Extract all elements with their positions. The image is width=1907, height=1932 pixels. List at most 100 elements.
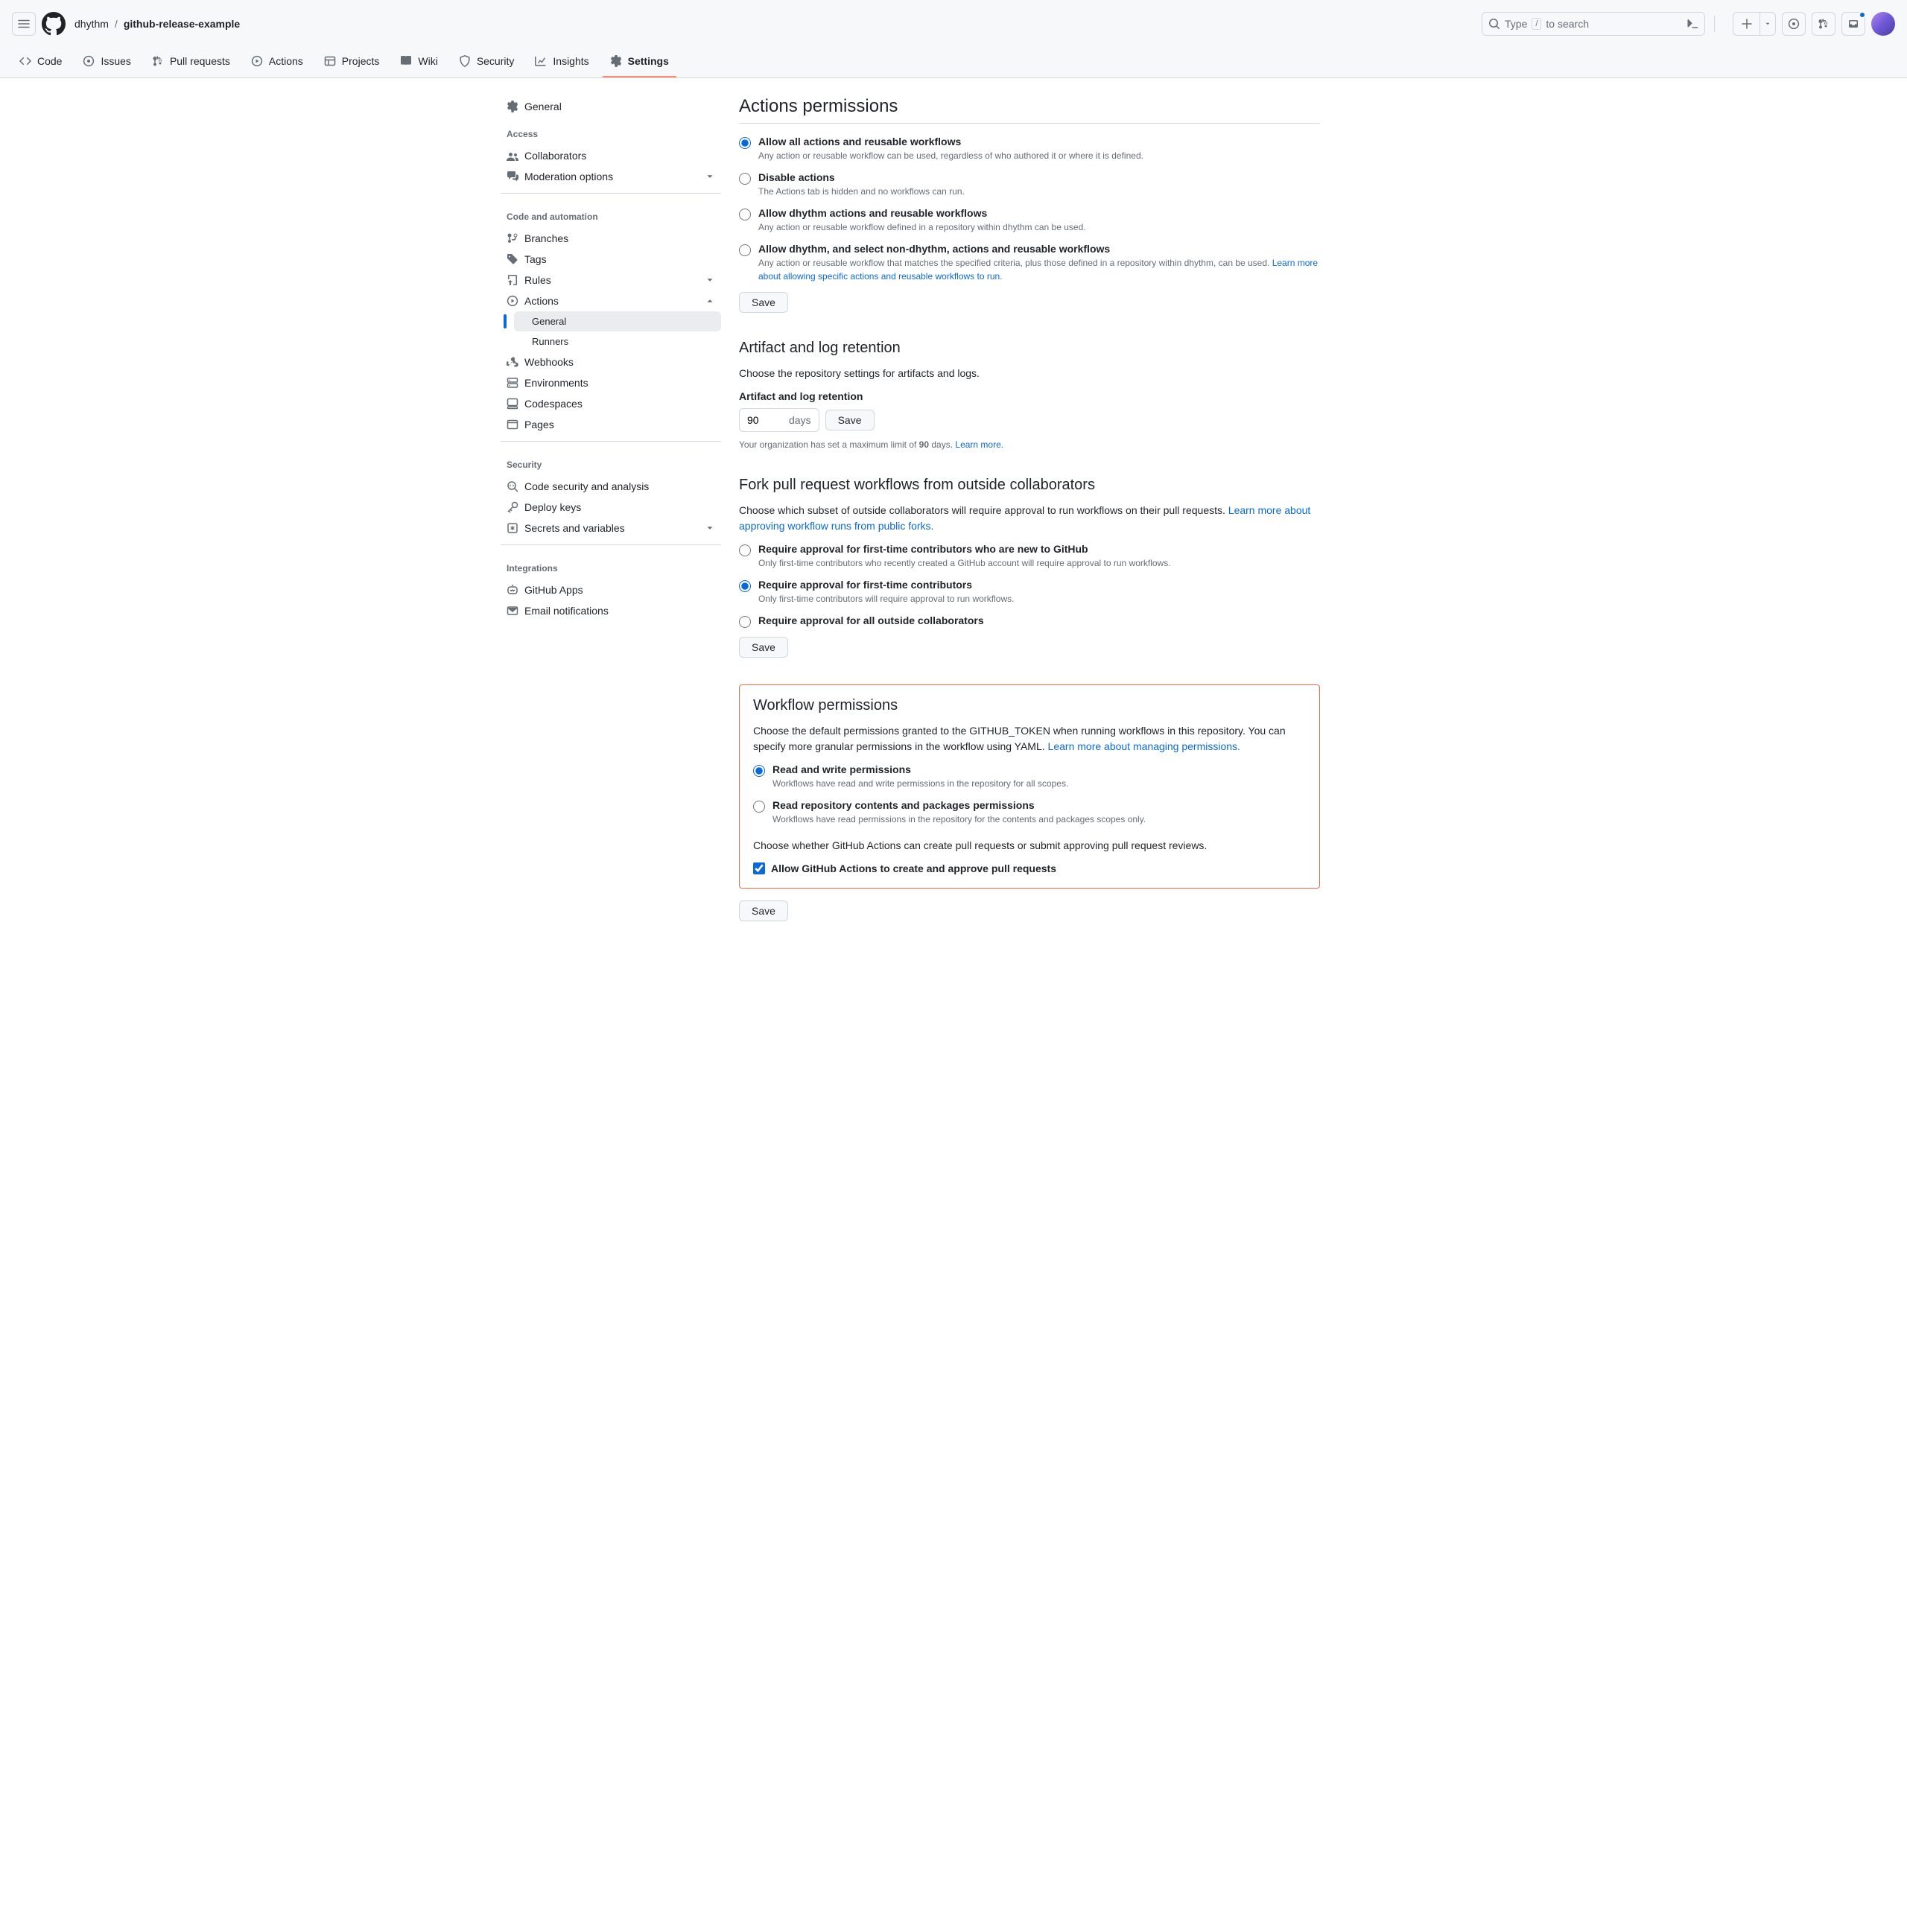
radio-allow-all[interactable] <box>739 137 751 149</box>
play-icon <box>251 55 263 67</box>
sidebar-general[interactable]: General <box>501 96 721 117</box>
sidebar-codespaces[interactable]: Codespaces <box>501 393 721 414</box>
retention-learn-more-link[interactable]: Learn more. <box>955 439 1003 450</box>
people-icon <box>507 150 518 162</box>
gear-icon <box>507 101 518 112</box>
radio-fork-new-github-label: Require approval for first-time contribu… <box>758 543 1171 555</box>
search-input[interactable]: Type / to search <box>1482 12 1705 36</box>
workflow-desc: Choose the default permissions granted t… <box>753 723 1306 754</box>
retention-title: Artifact and log retention <box>739 340 1320 357</box>
chevron-down-icon <box>705 275 715 285</box>
sidebar-group-access: Access <box>501 117 721 145</box>
codescan-icon <box>507 480 518 492</box>
sidebar-actions-runners[interactable]: Runners <box>514 331 721 352</box>
radio-fork-new-github-desc: Only first-time contributors who recentl… <box>758 556 1171 570</box>
radio-read-only-desc: Workflows have read permissions in the r… <box>772 813 1146 826</box>
nav-security[interactable]: Security <box>451 48 522 77</box>
browser-icon <box>507 419 518 430</box>
sidebar-webhooks[interactable]: Webhooks <box>501 352 721 372</box>
workflow-choose-desc: Choose whether GitHub Actions can create… <box>753 838 1306 854</box>
sidebar-environments[interactable]: Environments <box>501 372 721 393</box>
table-icon <box>324 55 336 67</box>
create-new-dropdown[interactable] <box>1760 12 1776 36</box>
radio-allow-all-label: Allow all actions and reusable workflows <box>758 136 1143 147</box>
radio-read-write[interactable] <box>753 765 765 777</box>
git-pull-request-icon <box>152 55 164 67</box>
nav-actions[interactable]: Actions <box>244 48 311 77</box>
issues-shortcut-button[interactable] <box>1782 12 1806 36</box>
key-icon <box>507 501 518 513</box>
book-icon <box>400 55 412 67</box>
plus-icon <box>1741 18 1753 30</box>
webhook-icon <box>507 356 518 368</box>
nav-wiki[interactable]: Wiki <box>393 48 445 77</box>
radio-allow-select[interactable] <box>739 244 751 256</box>
pull-requests-shortcut-button[interactable] <box>1812 12 1835 36</box>
nav-code[interactable]: Code <box>12 48 69 77</box>
chevron-up-icon <box>705 296 715 306</box>
nav-pull-requests[interactable]: Pull requests <box>145 48 238 77</box>
radio-read-write-desc: Workflows have read and write permission… <box>772 777 1068 790</box>
sidebar-code-security[interactable]: Code security and analysis <box>501 476 721 497</box>
nav-projects[interactable]: Projects <box>317 48 387 77</box>
graph-icon <box>535 55 547 67</box>
app-header: dhythm / github-release-example Type / t… <box>0 0 1907 48</box>
radio-allow-owner[interactable] <box>739 209 751 220</box>
fork-save-button[interactable]: Save <box>739 637 788 658</box>
sidebar-actions[interactable]: Actions <box>501 290 721 311</box>
retention-save-button[interactable]: Save <box>825 410 875 430</box>
create-new-button-group <box>1733 12 1776 36</box>
shield-icon <box>459 55 471 67</box>
chevron-down-icon <box>705 171 715 182</box>
notifications-button[interactable] <box>1841 12 1865 36</box>
sidebar-deploy-keys[interactable]: Deploy keys <box>501 497 721 518</box>
issue-opened-icon <box>1788 18 1800 30</box>
nav-settings[interactable]: Settings <box>603 48 676 77</box>
sidebar-branches[interactable]: Branches <box>501 228 721 249</box>
workflow-learn-more-link[interactable]: Learn more about managing permissions. <box>1048 740 1240 752</box>
sidebar-collaborators[interactable]: Collaborators <box>501 145 721 166</box>
sidebar-pages[interactable]: Pages <box>501 414 721 435</box>
triangle-down-icon <box>1764 20 1771 28</box>
codespaces-icon <box>507 398 518 410</box>
section-workflow-permissions: Workflow permissions Choose the default … <box>739 684 1320 921</box>
radio-fork-first-time[interactable] <box>739 580 751 592</box>
sidebar-actions-general[interactable]: General <box>514 311 721 331</box>
retention-days-input[interactable] <box>747 414 783 426</box>
server-icon <box>507 377 518 389</box>
radio-fork-first-time-label: Require approval for first-time contribu… <box>758 579 1014 591</box>
radio-fork-all[interactable] <box>739 616 751 628</box>
radio-fork-new-github[interactable] <box>739 544 751 556</box>
sidebar-secrets[interactable]: Secrets and variables <box>501 518 721 538</box>
radio-read-only[interactable] <box>753 801 765 813</box>
sidebar-tags[interactable]: Tags <box>501 249 721 270</box>
nav-insights[interactable]: Insights <box>527 48 596 77</box>
nav-issues[interactable]: Issues <box>75 48 138 77</box>
radio-disable[interactable] <box>739 173 751 185</box>
retention-field-label: Artifact and log retention <box>739 390 1320 402</box>
radio-allow-all-desc: Any action or reusable workflow can be u… <box>758 149 1143 162</box>
checkbox-allow-create-pr[interactable] <box>753 862 765 874</box>
github-logo[interactable] <box>42 12 66 36</box>
radio-fork-all-label: Require approval for all outside collabo… <box>758 614 984 626</box>
gear-icon <box>610 55 622 67</box>
create-new-button[interactable] <box>1733 12 1760 36</box>
sidebar-github-apps[interactable]: GitHub Apps <box>501 579 721 600</box>
github-mark-icon <box>42 12 66 36</box>
user-avatar[interactable] <box>1871 12 1895 36</box>
breadcrumb-repo[interactable]: github-release-example <box>124 18 240 30</box>
section-retention: Artifact and log retention Choose the re… <box>739 340 1320 450</box>
breadcrumb-owner[interactable]: dhythm <box>74 18 109 30</box>
git-pull-request-icon <box>1818 18 1830 30</box>
radio-allow-select-label: Allow dhythm, and select non-dhythm, act… <box>758 243 1320 255</box>
hamburger-menu-button[interactable] <box>12 12 36 36</box>
notification-dot-icon <box>1859 11 1866 19</box>
sidebar-email-notifications[interactable]: Email notifications <box>501 600 721 621</box>
workflow-save-button[interactable]: Save <box>739 900 788 921</box>
actions-permissions-save-button[interactable]: Save <box>739 292 788 313</box>
sidebar-rules[interactable]: Rules <box>501 270 721 290</box>
retention-desc: Choose the repository settings for artif… <box>739 366 1320 381</box>
inbox-icon <box>1847 18 1859 30</box>
sidebar-moderation[interactable]: Moderation options <box>501 166 721 187</box>
header-divider <box>1714 16 1715 32</box>
